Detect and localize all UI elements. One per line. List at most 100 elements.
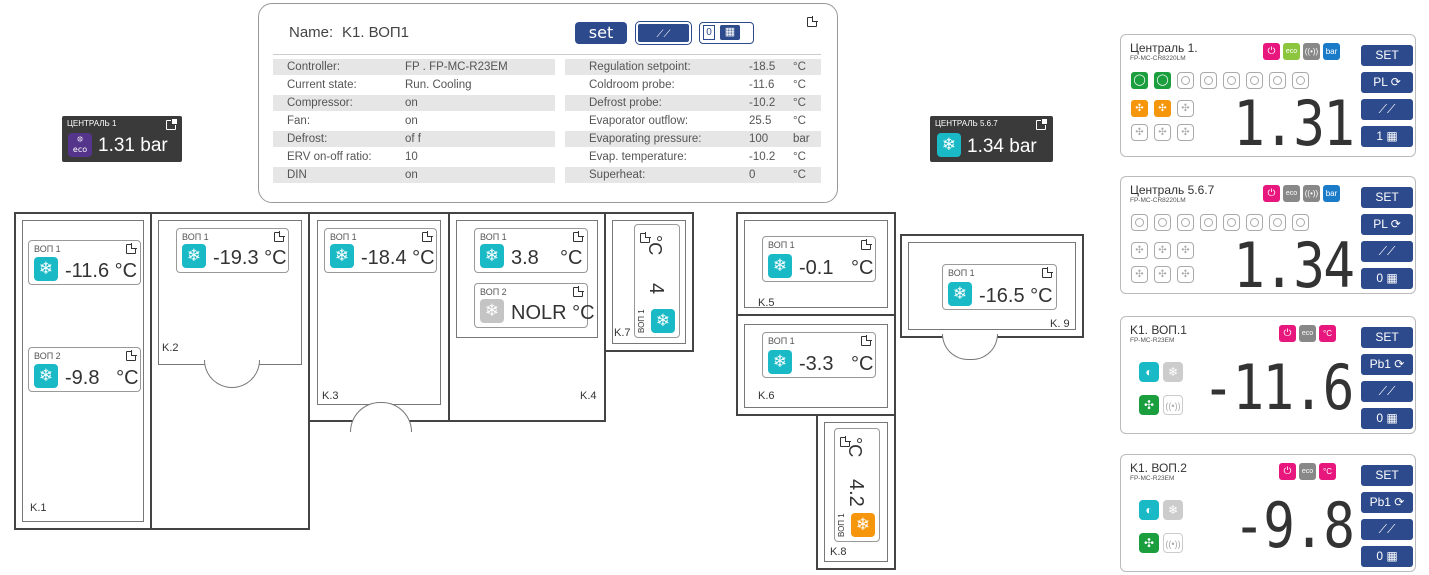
fan-icon: ✣	[1177, 124, 1194, 141]
set-button[interactable]: set	[575, 22, 627, 44]
evaporator-card-k1-2[interactable]: ВОП 2 ❄ -9.8 °C	[28, 347, 141, 392]
info-key: Compressor:	[287, 97, 353, 109]
schedule-button[interactable]: 0 ▦	[1361, 408, 1413, 429]
controller-panel[interactable]: Централь 1. FP-MC-CR8220LM ⏻ eco ((•)) bar ◯ ◯ ✣…	[1120, 34, 1416, 160]
info-key: Fan:	[287, 115, 311, 127]
evap-temperature: 4.2	[845, 479, 867, 507]
evaporator-card-k4-2[interactable]: ВОП 2 ❄ NOLR °C	[474, 283, 595, 328]
chart-button[interactable]: ⟋⟋	[1361, 241, 1413, 262]
fan-on-icon: ✣	[1154, 100, 1171, 117]
signal-icon[interactable]: ((•))	[1303, 185, 1320, 202]
evap-unit: °C	[560, 247, 583, 269]
compressor-on-icon: ◯	[1131, 72, 1148, 89]
probe-select-button[interactable]: PL ⟳	[1361, 72, 1413, 93]
info-unit: °C	[793, 79, 806, 91]
eco-icon[interactable]: eco	[1299, 463, 1316, 480]
room-label: K.6	[758, 390, 775, 402]
info-key: Evap. temperature:	[589, 151, 687, 163]
open-icon[interactable]	[166, 119, 177, 130]
eco-icon[interactable]: eco	[1283, 185, 1300, 202]
eco-icon[interactable]: eco	[1283, 43, 1300, 60]
evaporator-card-k8[interactable]: °C 4.2 ВОП 1 ❄	[834, 428, 880, 542]
open-icon[interactable]	[861, 239, 872, 250]
controller-panel[interactable]: K1. ВОП.1 FP-MC-R23EM ⏻ eco °C ◐ ❄ ✣ ((•)) -11.6 S…	[1120, 316, 1416, 434]
central-567-tile[interactable]: ЦЕНТРАЛЬ 5.6.7 ❄ 1.34 bar	[930, 116, 1053, 162]
evaporator-card-k7[interactable]: °C 4 ВОП 1 ❄	[634, 224, 680, 338]
schedule-button[interactable]: 1 ▦	[1361, 126, 1413, 147]
evaporator-info-panel: Name: K1. ВОП1 set ⟋⟋ 0 ▦ Controller: FP …	[258, 3, 838, 203]
open-icon[interactable]	[126, 350, 137, 361]
compressor-icon: ◐	[1139, 362, 1159, 382]
power-icon[interactable]: ⏻	[1263, 43, 1280, 60]
controller-model: FP-MC-CR8220LM	[1130, 55, 1186, 62]
info-value: 0	[749, 169, 756, 181]
defrost-icon: ❄	[1163, 500, 1183, 520]
open-icon[interactable]	[861, 335, 872, 346]
signal-icon: ((•))	[1163, 533, 1183, 553]
info-unit: °C	[793, 97, 806, 109]
evap-label: ВОП 1	[480, 232, 507, 242]
open-icon[interactable]	[1042, 267, 1053, 278]
controller-panel[interactable]: K1. ВОП.2 FP-MC-R23EM ⏻ eco °C ◐ ❄ ✣ ((•)) -9.8 SE…	[1120, 454, 1416, 572]
schedule-button[interactable]: 0 ▦	[1361, 546, 1413, 567]
chart-button[interactable]: ⟋⟋	[1361, 519, 1413, 540]
power-icon[interactable]: ⏻	[1279, 463, 1296, 480]
evap-temperature: -9.8 °C	[65, 367, 139, 389]
info-value: -11.6	[749, 79, 775, 91]
evap-label: ВОП 1	[768, 240, 795, 250]
evaporator-card-k5[interactable]: ВОП 1 ❄ -0.1 °C	[762, 236, 876, 282]
evaporator-card-k2[interactable]: ВОП 1 ❄ -19.3 °C	[176, 228, 289, 273]
eco-icon: ❊ eco	[68, 133, 92, 157]
set-button[interactable]: SET	[1361, 45, 1413, 66]
info-row: Controller: FP . FP-MC-R23EM	[273, 59, 555, 75]
fan-on-icon: ✣	[1131, 100, 1148, 117]
open-icon[interactable]	[422, 231, 433, 242]
signal-icon[interactable]: ((•))	[1303, 43, 1320, 60]
fan-icon: ✣	[1177, 100, 1194, 117]
chart-button[interactable]: ⟋⟋	[1361, 99, 1413, 120]
open-icon[interactable]	[274, 231, 285, 242]
chart-button[interactable]: ⟋⟋	[635, 21, 692, 45]
open-icon[interactable]	[573, 286, 584, 297]
power-icon[interactable]: ⏻	[1279, 325, 1296, 342]
info-value: 10	[405, 151, 418, 163]
controller-model: FP-MC-R23EM	[1130, 337, 1175, 344]
fan-icon: ✣	[1177, 266, 1194, 283]
central-1-value: 1.31 bar	[98, 135, 168, 156]
evap-temperature: -0.1	[799, 257, 834, 279]
controller-panel[interactable]: Централь 5.6.7 FP-MC-CR8220LM ⏻ eco ((•)) bar…	[1120, 176, 1416, 302]
set-button[interactable]: SET	[1361, 465, 1413, 486]
evaporator-card-k1-1[interactable]: ВОП 1 ❄ -11.6 °C	[28, 240, 141, 285]
evaporator-card-k9[interactable]: ВОП 1 ❄ -16.5 °C	[942, 264, 1057, 310]
open-icon[interactable]	[1036, 119, 1047, 130]
info-key: Controller:	[287, 61, 341, 73]
evaporator-card-k3[interactable]: ВОП 1 ❄ -18.4 °C	[324, 228, 437, 273]
probe-select-button[interactable]: Pb1 ⟳	[1361, 354, 1413, 375]
celsius-unit-badge: °C	[1319, 325, 1336, 342]
probe-select-button[interactable]: Pb1 ⟳	[1361, 492, 1413, 513]
central-1-tile[interactable]: ЦЕНТРАЛЬ 1 ❊ eco 1.31 bar	[62, 116, 182, 162]
eco-icon[interactable]: eco	[1299, 325, 1316, 342]
info-value: -10.2	[749, 97, 776, 109]
evaporator-card-k4-1[interactable]: ВОП 1 ❄ 3.8 °C	[474, 228, 588, 273]
central-567-label: ЦЕНТРАЛЬ 5.6.7	[935, 119, 998, 128]
set-button[interactable]: SET	[1361, 327, 1413, 348]
main-readout: 1.31	[1232, 87, 1355, 160]
set-button[interactable]: SET	[1361, 187, 1413, 208]
evaporator-card-k6[interactable]: ВОП 1 ❄ -3.3 °C	[762, 332, 876, 378]
open-icon[interactable]	[573, 231, 584, 242]
chart-button[interactable]: ⟋⟋	[1361, 381, 1413, 402]
power-icon[interactable]: ⏻	[1263, 185, 1280, 202]
evap-unit: °C	[645, 235, 665, 256]
fan-icon: ✣	[1139, 395, 1159, 415]
schedule-button[interactable]: 0 ▦	[1361, 268, 1413, 289]
open-icon[interactable]	[807, 16, 818, 27]
schedule-button[interactable]: 0 ▦	[699, 22, 754, 44]
snowflake-icon: ❄	[937, 133, 961, 157]
evap-label: ВОП 2	[480, 287, 507, 297]
probe-select-button[interactable]: PL ⟳	[1361, 214, 1413, 235]
info-value: on	[405, 97, 418, 109]
info-row: Current state: Run. Cooling	[273, 77, 555, 93]
open-icon[interactable]	[126, 243, 137, 254]
main-readout: 1.34	[1232, 229, 1355, 302]
